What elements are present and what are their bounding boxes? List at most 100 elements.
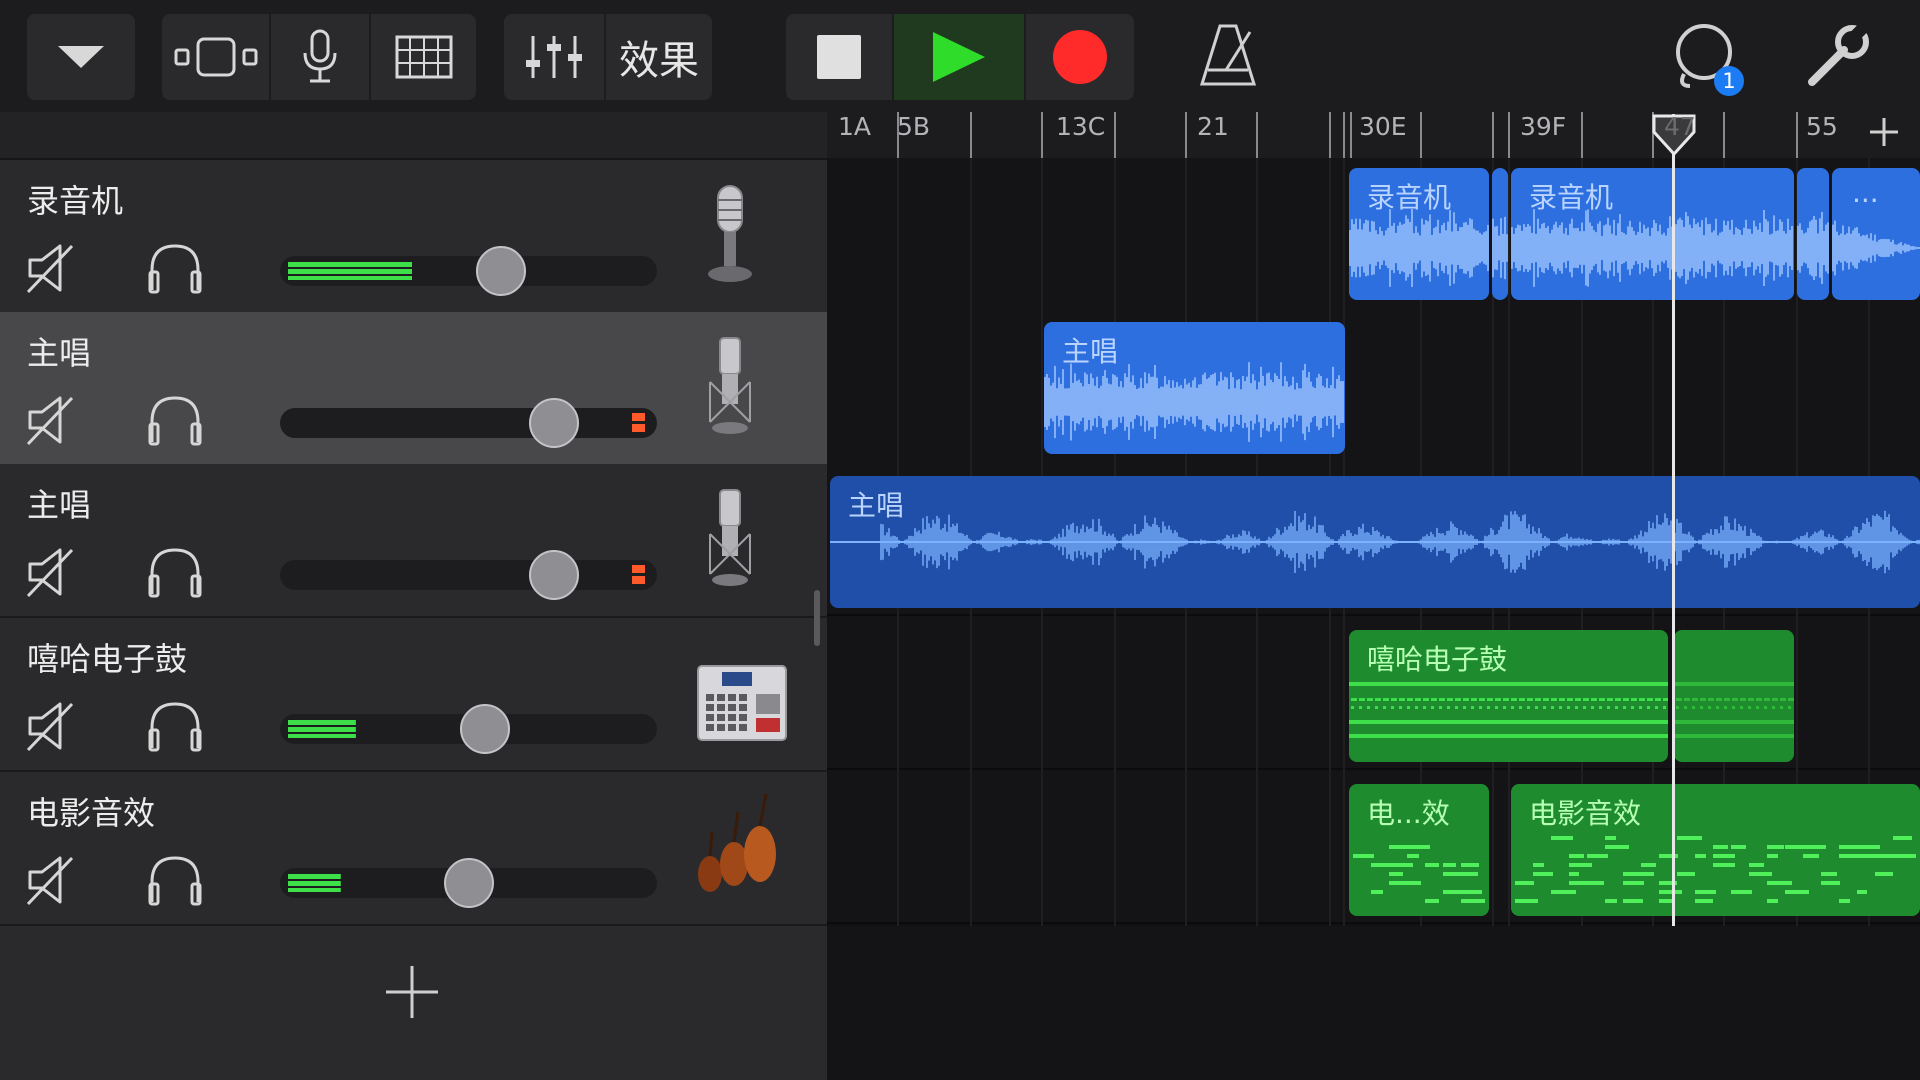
ruler-label: 30E	[1359, 112, 1407, 141]
drum-machine-icon[interactable]	[697, 638, 788, 748]
mute-button[interactable]	[26, 854, 76, 910]
mic-icon-drawing	[708, 185, 752, 282]
solo-button[interactable]	[146, 546, 204, 602]
headphones-icon	[148, 548, 202, 598]
ruler-tick	[1492, 112, 1494, 158]
stop-icon	[817, 35, 861, 79]
audio-region[interactable]: 录音机	[1511, 168, 1794, 300]
mic-icon[interactable]	[700, 180, 760, 294]
region-label: 嘻哈电子鼓	[1367, 643, 1508, 676]
volume-slider[interactable]	[280, 550, 657, 600]
solo-button[interactable]	[146, 394, 204, 450]
track-list-scrollbar[interactable]	[814, 590, 820, 646]
effects-button[interactable]: 效果	[606, 14, 712, 100]
volume-slider[interactable]	[280, 704, 657, 754]
drum-machine-drawing	[697, 665, 787, 741]
record-icon	[1053, 30, 1107, 84]
speaker-muted-icon	[26, 244, 74, 294]
loop-browser-button[interactable]: 1	[1672, 22, 1748, 100]
region-label: ...	[1852, 176, 1879, 209]
track-name: 主唱	[27, 486, 92, 524]
ruler-label: 13C	[1056, 112, 1106, 141]
audio-region[interactable]: 主唱	[1044, 322, 1345, 454]
solo-button[interactable]	[146, 242, 204, 298]
add-section-button[interactable]	[1868, 116, 1900, 152]
record-button[interactable]	[1026, 14, 1134, 100]
dropdown-menu-button[interactable]	[27, 14, 135, 100]
mute-button[interactable]	[26, 546, 76, 602]
mute-button[interactable]	[26, 700, 76, 756]
grid-icon	[395, 35, 452, 79]
volume-knob[interactable]	[476, 246, 527, 296]
plus-icon	[386, 966, 438, 1018]
track-header[interactable]: 嘻哈电子鼓	[0, 618, 827, 772]
stop-button[interactable]	[786, 14, 892, 100]
ruler-tick	[1114, 112, 1116, 158]
playhead[interactable]	[1672, 114, 1675, 926]
condenser-mic-icon[interactable]	[700, 484, 760, 598]
ruler-tick	[1329, 112, 1331, 158]
play-icon	[933, 32, 985, 82]
condenser-mic-drawing	[709, 489, 751, 586]
clip-indicator	[632, 565, 645, 584]
midi-region[interactable]: 电...效	[1349, 784, 1489, 916]
timeline-ruler[interactable]: 1A 5B 13C 21 30E 39F 47 55	[827, 112, 1920, 160]
track-header[interactable]: 录音机	[0, 160, 827, 314]
track-header[interactable]: 电影音效	[0, 772, 827, 926]
clip-indicator	[632, 413, 645, 432]
tracks-view-button[interactable]	[371, 14, 476, 100]
mute-button[interactable]	[26, 242, 76, 298]
volume-slider[interactable]	[280, 398, 657, 448]
strings-icon[interactable]	[698, 792, 780, 906]
solo-button[interactable]	[146, 700, 204, 756]
browser-button[interactable]	[271, 14, 369, 100]
audio-region-selected[interactable]: 主唱	[830, 476, 1920, 608]
region-label: 电...效	[1367, 797, 1450, 830]
effects-label: 效果	[619, 38, 699, 84]
timeline-empty-area[interactable]	[827, 926, 1920, 1080]
level-meter	[288, 262, 413, 280]
notification-badge: 1	[1714, 66, 1744, 96]
volume-knob[interactable]	[443, 858, 494, 908]
drum-region[interactable]: 嘻哈电子鼓	[1349, 630, 1668, 762]
ruler-label: 1A	[838, 112, 872, 141]
ruler-tick	[1420, 112, 1422, 158]
volume-knob[interactable]	[459, 704, 510, 754]
chevron-down-icon	[58, 46, 104, 68]
audio-region-small[interactable]	[1492, 168, 1508, 300]
audio-region-small[interactable]	[1797, 168, 1829, 300]
ruler-tick	[1185, 112, 1187, 158]
volume-knob[interactable]	[528, 398, 579, 448]
metronome-icon	[1199, 24, 1257, 86]
headphones-icon	[148, 396, 202, 446]
volume-slider[interactable]	[280, 858, 657, 908]
track-header[interactable]: 主唱	[0, 464, 827, 618]
track-name: 主唱	[27, 334, 92, 372]
region-label: 录音机	[1529, 181, 1614, 214]
region-label: 录音机	[1367, 181, 1452, 214]
audio-region[interactable]: ...	[1832, 168, 1920, 300]
drum-region-loop[interactable]	[1674, 630, 1794, 762]
audio-region[interactable]: 录音机	[1349, 168, 1489, 300]
ruler-tick	[1581, 112, 1583, 158]
ruler-label: 39F	[1520, 112, 1567, 141]
play-button[interactable]	[894, 14, 1024, 100]
condenser-mic-icon[interactable]	[700, 332, 760, 446]
volume-knob[interactable]	[528, 550, 579, 600]
solo-button[interactable]	[146, 854, 204, 910]
mute-button[interactable]	[26, 394, 76, 450]
volume-slider[interactable]	[280, 246, 657, 296]
track-header[interactable]: 主唱	[0, 312, 827, 466]
ruler-tick	[1343, 112, 1345, 158]
settings-button[interactable]	[1806, 23, 1870, 92]
midi-region[interactable]: 电影音效	[1511, 784, 1920, 916]
metronome-button[interactable]	[1199, 22, 1257, 92]
track-header-top	[0, 112, 827, 160]
add-track-button[interactable]	[384, 964, 440, 1024]
region-label: 主唱	[1062, 335, 1119, 368]
waveform	[1492, 216, 1508, 280]
view-toggle-button[interactable]	[162, 14, 269, 100]
track-lane[interactable]	[827, 310, 1920, 464]
sliders-icon	[526, 36, 582, 78]
mixer-button[interactable]	[504, 14, 604, 100]
